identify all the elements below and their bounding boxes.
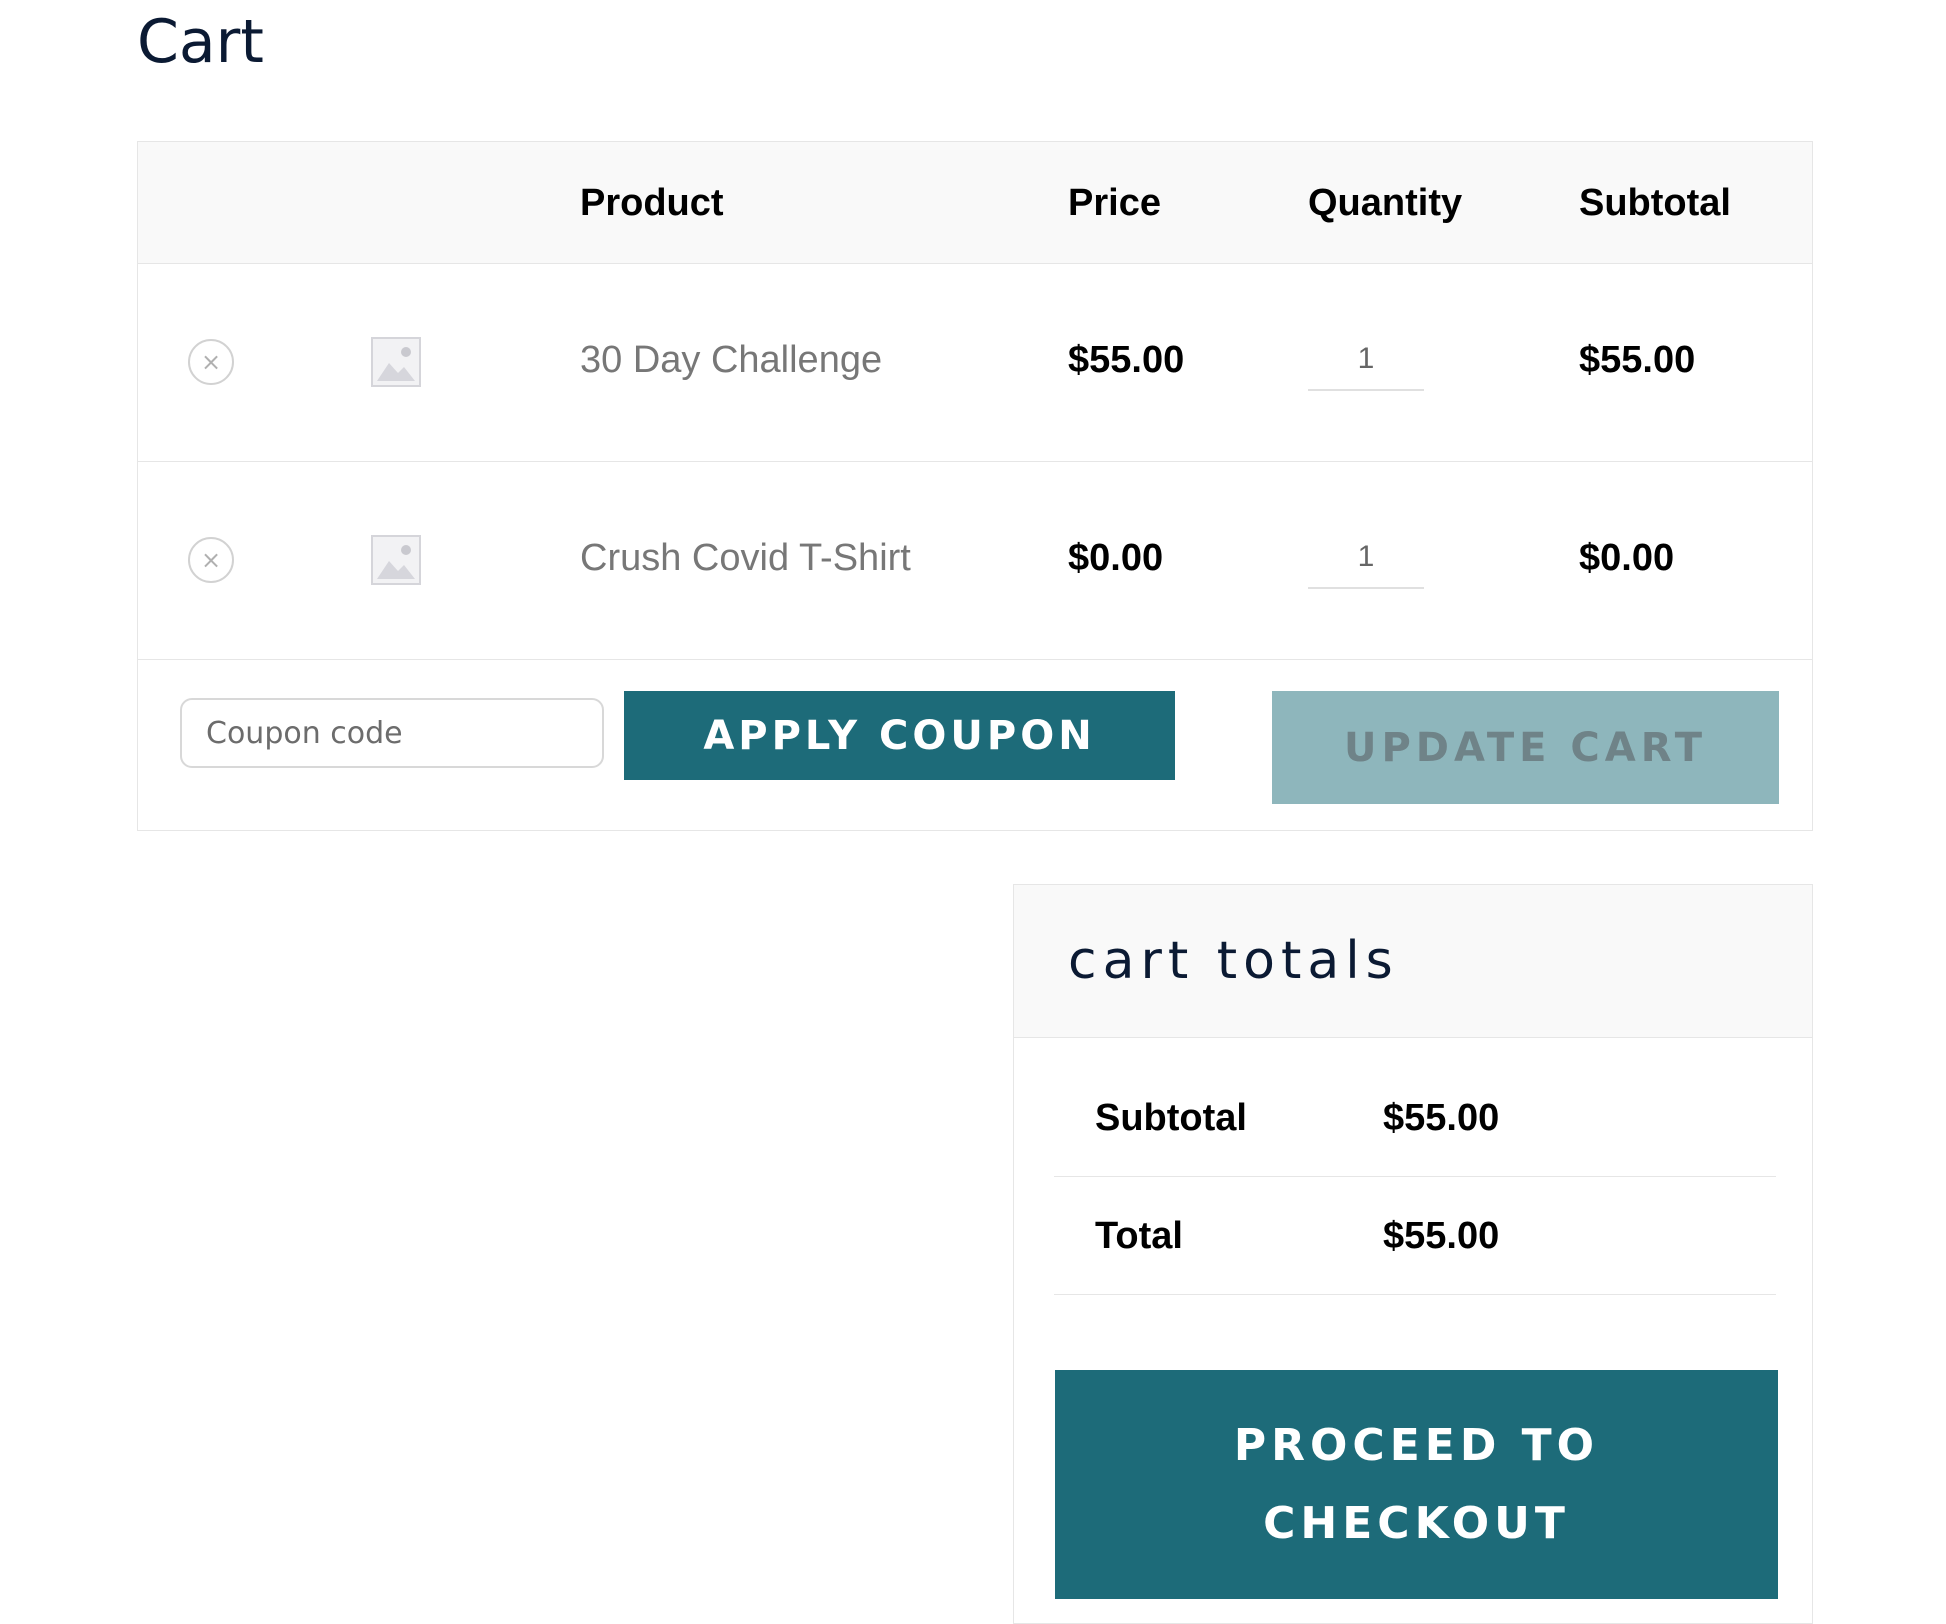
product-name-link[interactable]: 30 Day Challenge [580, 339, 882, 382]
proceed-to-checkout-button[interactable]: Proceed to checkout [1055, 1370, 1778, 1599]
cart-actions: Apply coupon Update cart [138, 660, 1812, 830]
totals-value: $55.00 [1383, 1215, 1500, 1257]
page-title: Cart [137, 7, 264, 77]
quantity-input[interactable] [1308, 329, 1424, 391]
quantity-input[interactable] [1308, 527, 1424, 589]
cart-table-header: Product Price Quantity Subtotal [138, 142, 1812, 264]
product-name-link[interactable]: Crush Covid T-Shirt [580, 537, 911, 580]
cart-totals-header: cart totals [1014, 885, 1812, 1038]
remove-item-icon[interactable]: × [188, 537, 234, 583]
totals-label: Subtotal [1095, 1097, 1247, 1139]
cart-totals: cart totals Subtotal $55.00 Total $55.00… [1013, 884, 1813, 1624]
header-quantity: Quantity [1308, 182, 1463, 224]
image-placeholder-icon [371, 337, 421, 387]
cart-totals-title: cart totals [1068, 931, 1399, 991]
item-subtotal: $0.00 [1579, 537, 1675, 579]
totals-label: Total [1095, 1215, 1183, 1257]
header-subtotal: Subtotal [1579, 182, 1731, 224]
remove-item-icon[interactable]: × [188, 339, 234, 385]
totals-row-subtotal: Subtotal $55.00 [1054, 1059, 1776, 1177]
header-price: Price [1068, 182, 1161, 224]
totals-value: $55.00 [1383, 1097, 1500, 1139]
item-price: $55.00 [1068, 339, 1185, 381]
apply-coupon-button[interactable]: Apply coupon [624, 691, 1175, 780]
header-product: Product [580, 182, 724, 224]
totals-row-total: Total $55.00 [1054, 1177, 1776, 1295]
item-price: $0.00 [1068, 537, 1164, 579]
cart-item-row: × Crush Covid T-Shirt $0.00 $0.00 [138, 462, 1812, 660]
update-cart-button[interactable]: Update cart [1272, 691, 1779, 804]
cart-table: Product Price Quantity Subtotal × 30 Day… [137, 141, 1813, 831]
image-placeholder-icon [371, 535, 421, 585]
cart-item-row: × 30 Day Challenge $55.00 $55.00 [138, 264, 1812, 462]
coupon-code-input[interactable] [180, 698, 604, 768]
item-subtotal: $55.00 [1579, 339, 1696, 381]
